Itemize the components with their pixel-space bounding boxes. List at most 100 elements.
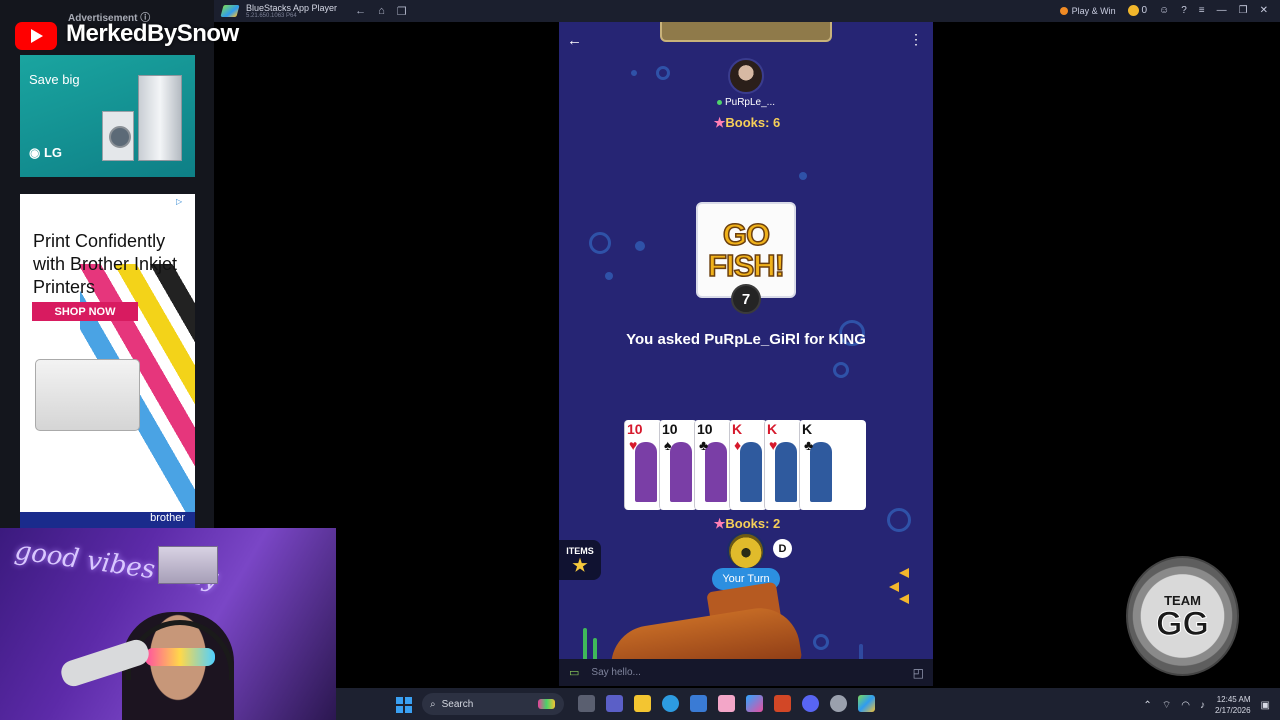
system-tray: ⌃ ⌔ ◠ ♪ 12:45 AM 2/17/2026 ▣	[1143, 694, 1270, 716]
hand-card[interactable]: 10 ♥	[624, 420, 662, 510]
go-fish-game-view: ← ⋮ PuRpLe_... ★Books: 6 GO FISH! 7 You …	[559, 22, 933, 686]
card-suit-icon: ♥	[769, 437, 778, 453]
printer-image	[35, 359, 140, 431]
teams-icon[interactable]	[606, 695, 623, 712]
bubble-decor	[631, 70, 637, 76]
discord-icon[interactable]	[802, 695, 819, 712]
windows-start-icon[interactable]	[396, 697, 412, 713]
opponent-avatar[interactable]	[728, 58, 764, 94]
hand-card[interactable]: K ♥	[764, 420, 802, 510]
channel-name: MerkedBySnow	[66, 20, 239, 47]
edge-icon[interactable]	[662, 695, 679, 712]
close-button[interactable]: ✕	[1260, 5, 1268, 16]
brother-ad-banner[interactable]: Print Confidently with Brother Inkjet Pr…	[20, 194, 195, 528]
windows-taskbar: ⌕ Search ⌃ ⌔ ◠ ♪ 12:45 AM 2/17/2026 ▣	[336, 688, 1280, 720]
adchoices-icon[interactable]: ▷	[176, 197, 182, 206]
hand-card[interactable]: K ♦	[729, 420, 767, 510]
washer-image	[102, 111, 134, 161]
volume-icon[interactable]: ♪	[1200, 700, 1205, 711]
air-conditioner	[158, 546, 218, 584]
brother-ad-headline: Print Confidently with Brother Inkjet Pr…	[33, 231, 178, 297]
nav-home-icon[interactable]: ⌂	[378, 5, 385, 18]
fridge-image	[138, 75, 182, 161]
bubble-decor	[799, 172, 807, 180]
card-art	[635, 442, 657, 502]
webcam-feed: good vibes only	[0, 528, 336, 720]
clock[interactable]: 12:45 AM 2/17/2026	[1215, 694, 1251, 716]
clock-date: 2/17/2026	[1214, 706, 1251, 715]
player-hand: 10 ♥ 10 ♠ 10 ♣ K ♦ K ♥ K ♣	[624, 420, 868, 510]
fish-school-icon	[899, 594, 909, 604]
team-badge-main: GG	[1156, 604, 1210, 643]
minimize-button[interactable]: —	[1217, 5, 1227, 16]
opponent-books: ★Books: 6	[713, 115, 781, 130]
window-title: BlueStacks App Player	[246, 3, 338, 13]
lg-ad-banner[interactable]: Save big ◉ LG	[20, 55, 195, 177]
card-art	[670, 442, 692, 502]
play-win-icon	[1059, 6, 1068, 15]
bubble-decor	[813, 634, 829, 650]
items-button[interactable]: ITEMS ★	[559, 540, 601, 580]
status-message: You asked PuRpLe_GiRl for KING	[626, 331, 866, 348]
card-suit-icon: ♣	[804, 437, 814, 453]
wifi-icon[interactable]: ◠	[1181, 700, 1190, 711]
coin-balance[interactable]: 0	[1127, 5, 1147, 17]
bubble-decor	[635, 241, 645, 251]
shop-now-button[interactable]: SHOP NOW	[32, 302, 138, 321]
office-icon[interactable]	[774, 695, 791, 712]
emote-icon[interactable]: ◰	[913, 666, 924, 680]
more-options-icon[interactable]: ⋮	[909, 31, 923, 48]
card-rank: 10	[697, 421, 713, 437]
copilot-icon[interactable]	[746, 695, 763, 712]
restore-button[interactable]: ❐	[1239, 5, 1248, 16]
chat-input[interactable]: Say hello...	[591, 667, 640, 678]
chevron-up-icon[interactable]: ⌃	[1143, 700, 1151, 711]
opponent-name: PuRpLe_...	[699, 97, 793, 108]
nav-tabs-icon[interactable]: ❐	[397, 5, 407, 18]
menu-icon[interactable]: ≡	[1199, 5, 1205, 16]
bluestacks-taskbar-icon[interactable]	[858, 695, 875, 712]
store-icon[interactable]	[690, 695, 707, 712]
fish-school-icon	[889, 582, 899, 592]
items-label: ITEMS	[566, 546, 594, 556]
back-arrow-icon[interactable]: ←	[567, 32, 582, 49]
network-icon[interactable]: ⌔	[1162, 699, 1171, 712]
card-art	[775, 442, 797, 502]
coin-icon	[1127, 5, 1139, 17]
lg-ad-tagline: Save big	[29, 72, 80, 87]
bubble-decor	[605, 272, 613, 280]
deck-count-badge: 7	[731, 284, 761, 314]
app-icon[interactable]	[718, 695, 735, 712]
app-icon[interactable]	[538, 699, 555, 709]
help-icon[interactable]: ?	[1181, 5, 1187, 16]
card-rank: 10	[662, 421, 678, 437]
go-fish-logo-line1: GO	[722, 217, 771, 252]
card-art	[740, 442, 762, 502]
hand-card[interactable]: 10 ♠	[659, 420, 697, 510]
card-rank: 10	[627, 421, 643, 437]
star-icon: ★	[713, 115, 726, 130]
nav-back-icon[interactable]: ←	[355, 5, 366, 18]
scoreboard-frame	[660, 22, 832, 42]
go-fish-logo-line2: FISH!	[707, 248, 785, 283]
dealer-badge: D	[773, 539, 792, 558]
card-rank: K	[732, 421, 743, 437]
card-suit-icon: ♠	[664, 437, 672, 453]
player-avatar[interactable]	[727, 532, 765, 570]
obs-icon[interactable]	[830, 695, 847, 712]
card-suit-icon: ♥	[629, 437, 638, 453]
online-status-icon	[716, 99, 722, 105]
task-view-icon[interactable]	[578, 695, 595, 712]
file-explorer-icon[interactable]	[634, 695, 651, 712]
seaweed	[583, 628, 587, 662]
notification-icon[interactable]: ▣	[1261, 700, 1270, 711]
card-suit-icon: ♣	[699, 437, 709, 453]
hand-card[interactable]: K ♣	[799, 420, 866, 510]
play-win-button[interactable]: Play & Win	[1059, 6, 1116, 16]
star-icon: ★	[713, 516, 726, 531]
youtube-icon	[15, 22, 57, 50]
chat-bar[interactable]: ▭ Say hello... ◰	[559, 659, 933, 686]
profile-avatar-icon[interactable]: ☺	[1159, 5, 1169, 16]
hand-card[interactable]: 10 ♣	[694, 420, 732, 510]
lg-logo: ◉ LG	[29, 145, 63, 160]
